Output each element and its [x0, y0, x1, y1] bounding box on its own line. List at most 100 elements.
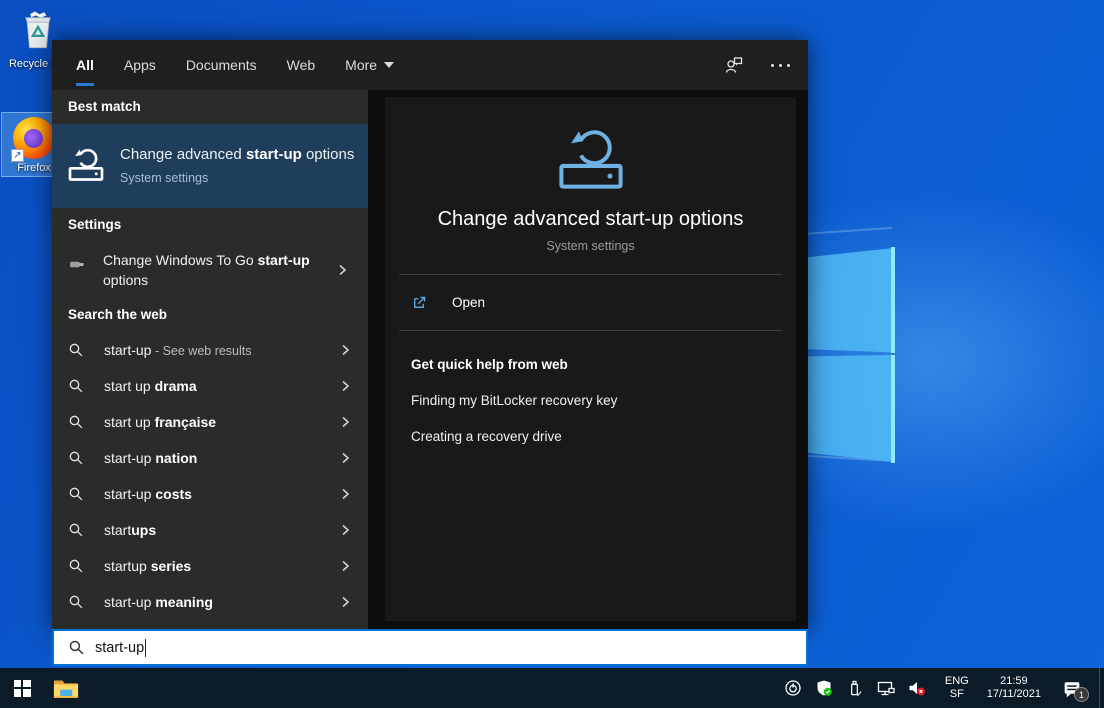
chevron-right-icon[interactable] [338, 559, 352, 573]
settings-result[interactable]: Change Windows To Go start-up options [52, 242, 368, 298]
best-match-subtitle: System settings [120, 168, 356, 188]
chevron-right-icon[interactable] [338, 451, 352, 465]
search-icon [68, 639, 85, 656]
help-link[interactable]: Finding my BitLocker recovery key [411, 393, 770, 408]
tab-label: All [76, 57, 94, 73]
web-suggestion-row[interactable]: startup series [52, 548, 368, 584]
help-links: Finding my BitLocker recovery key Creati… [385, 393, 796, 444]
windows-security-tray-icon[interactable] [814, 676, 834, 700]
settings-result-title: Change Windows To Go start-up options [103, 250, 335, 290]
action-center-button[interactable]: 1 [1057, 674, 1087, 702]
section-header-search-web: Search the web [52, 298, 368, 332]
start-button[interactable] [0, 668, 44, 708]
firefox-taskbar-button[interactable] [88, 668, 132, 708]
power-tray-icon[interactable] [783, 676, 803, 700]
tab-more[interactable]: More [345, 40, 394, 90]
windows-logo-edge [891, 247, 895, 353]
web-suggestion-text: startups [104, 522, 338, 538]
section-header-settings: Settings [52, 208, 368, 242]
search-icon [68, 414, 84, 430]
tab-all[interactable]: All [76, 40, 94, 90]
search-icon [68, 342, 84, 358]
file-explorer-button[interactable] [44, 668, 88, 708]
best-match-result[interactable]: Change advanced start-up options System … [52, 124, 368, 208]
open-action[interactable]: Open [385, 275, 796, 330]
web-suggestion-row[interactable]: startups [52, 512, 368, 548]
tab-label: Documents [186, 57, 257, 73]
result-preview-panel: Change advanced start-up options System … [385, 97, 796, 621]
taskbar-search-input[interactable]: start-up [52, 629, 808, 666]
open-label: Open [452, 295, 485, 310]
chevron-down-icon [384, 62, 394, 68]
web-suggestion-text: start up française [104, 414, 338, 430]
search-input-value: start-up [95, 640, 144, 656]
search-icon [68, 486, 84, 502]
tab-label: Apps [124, 57, 156, 73]
chevron-right-icon[interactable] [338, 595, 352, 609]
search-icon [68, 450, 84, 466]
web-suggestion-row[interactable]: start-up nation [52, 440, 368, 476]
web-suggestion-row[interactable]: start-up meaning [52, 584, 368, 620]
taskbar: ENG SF 21:59 17/11/2021 1 [0, 668, 1104, 708]
windows-search-panel: All Apps Documents Web More [52, 40, 808, 630]
file-explorer-icon [52, 677, 80, 700]
divider [399, 330, 782, 331]
tab-label: Web [287, 57, 316, 73]
network-tray-icon[interactable] [876, 676, 896, 700]
web-suggestion-text: start-up costs [104, 486, 338, 502]
web-suggestion-text: start-up nation [104, 450, 338, 466]
keyboard-code: SF [945, 688, 969, 701]
chevron-right-icon[interactable] [338, 487, 352, 501]
tab-web[interactable]: Web [287, 40, 316, 90]
volume-muted-tray-icon[interactable] [907, 676, 927, 700]
advanced-startup-icon [66, 145, 106, 182]
search-results-list: Best match Change advanced start-up opti… [52, 90, 368, 630]
preview-subtitle: System settings [385, 239, 796, 253]
taskbar-clock[interactable]: 21:59 17/11/2021 [987, 675, 1041, 701]
chevron-right-icon[interactable] [338, 523, 352, 537]
help-link[interactable]: Creating a recovery drive [411, 429, 770, 444]
web-suggestion-row[interactable]: start-up - See web results [52, 332, 368, 368]
web-suggestion-row[interactable]: start up drama [52, 368, 368, 404]
user-account-icon [723, 55, 745, 75]
tab-label: More [345, 57, 377, 73]
chevron-right-icon[interactable] [338, 343, 352, 357]
best-match-title: Change advanced start-up options [120, 145, 356, 165]
help-section-header: Get quick help from web [411, 357, 770, 372]
language-code: ENG [945, 675, 969, 688]
language-indicator[interactable]: ENG SF [945, 675, 969, 701]
windows-logo-icon [14, 680, 31, 697]
tab-apps[interactable]: Apps [124, 40, 156, 90]
chevron-right-icon[interactable] [338, 415, 352, 429]
user-account-button[interactable] [723, 55, 745, 75]
show-desktop-button[interactable] [1099, 668, 1104, 708]
chevron-right-icon[interactable] [335, 263, 349, 277]
firefox-icon [97, 675, 124, 702]
search-icon [68, 594, 84, 610]
preview-title: Change advanced start-up options [385, 208, 796, 231]
search-filter-tabs: All Apps Documents Web More [52, 40, 808, 90]
chevron-right-icon[interactable] [338, 379, 352, 393]
advanced-startup-icon-large [554, 123, 628, 191]
web-suggestion-text: start up drama [104, 378, 338, 394]
web-suggestion-row[interactable]: start up française [52, 404, 368, 440]
text-cursor [145, 639, 146, 657]
safely-remove-hardware-tray-icon[interactable] [845, 676, 865, 700]
clock-date: 17/11/2021 [987, 688, 1041, 701]
web-suggestion-text: start-up meaning [104, 594, 338, 610]
web-suggestion-row[interactable]: start-up costs [52, 476, 368, 512]
search-icon [68, 378, 84, 394]
notification-badge: 1 [1074, 687, 1089, 702]
more-options-button[interactable] [771, 64, 790, 67]
search-icon [68, 522, 84, 538]
web-suggestion-text: start-up - See web results [104, 342, 338, 358]
web-suggestions: start-up - See web results start up dram… [52, 332, 368, 620]
tab-documents[interactable]: Documents [186, 40, 257, 90]
shortcut-arrow-icon: ↗ [11, 149, 24, 162]
windows-logo-edge [891, 355, 895, 463]
system-tray [783, 676, 927, 700]
usb-drive-icon [68, 255, 86, 272]
web-suggestion-text: startup series [104, 558, 338, 574]
ellipsis-icon [771, 64, 790, 67]
search-icon [68, 558, 84, 574]
